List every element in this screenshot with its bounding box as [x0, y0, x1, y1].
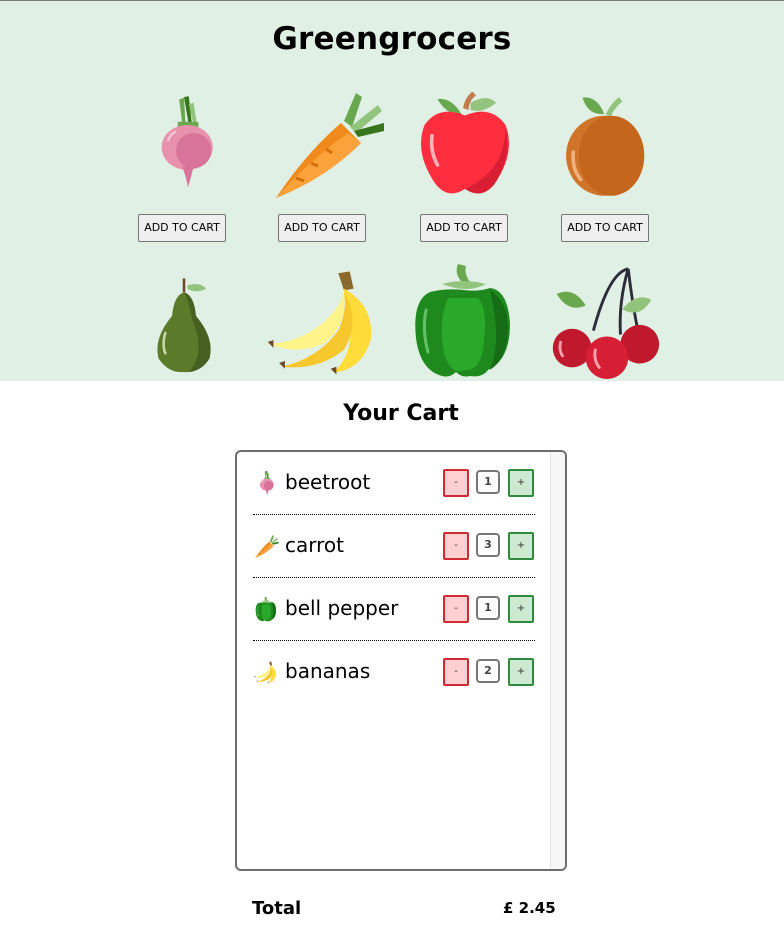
add-to-cart-button-beetroot[interactable]: ADD TO CART	[138, 214, 226, 242]
cart-list[interactable]: beetroot - 1 + carrot - 3 + bell pepper …	[235, 450, 567, 871]
cart-item-beetroot: beetroot - 1 +	[253, 452, 535, 515]
decrease-quantity-button[interactable]: -	[443, 658, 469, 686]
beetroot-icon	[253, 470, 279, 496]
cart-item-name: beetroot	[285, 470, 371, 494]
cart-item-name: carrot	[285, 533, 344, 557]
quantity-count: 2	[476, 659, 500, 683]
product-beetroot: ADD TO CART	[124, 83, 244, 243]
beetroot-icon	[160, 94, 215, 189]
quantity-count: 1	[476, 470, 500, 494]
product-avocado	[124, 259, 244, 381]
increase-quantity-button[interactable]: +	[508, 658, 534, 686]
product-carrot: ADD TO CART	[264, 83, 386, 243]
apple-icon	[419, 89, 511, 196]
store-section: Greengrocers ADD TO CART ADD TO CART ADD…	[0, 1, 784, 381]
cart-item-bananas: bananas - 2 +	[253, 641, 535, 704]
avocado-icon	[155, 276, 213, 374]
add-to-cart-button-apricot[interactable]: ADD TO CART	[561, 214, 649, 242]
cart-item-name: bananas	[285, 659, 371, 683]
cart-scrollbar[interactable]	[550, 452, 565, 869]
bell-pepper-icon	[413, 262, 512, 379]
product-apricot: ADD TO CART	[547, 83, 667, 243]
decrease-quantity-button[interactable]: -	[443, 532, 469, 560]
bananas-icon	[267, 271, 372, 375]
apricot-icon	[547, 83, 667, 203]
increase-quantity-button[interactable]: +	[508, 469, 534, 497]
add-to-cart-button-carrot[interactable]: ADD TO CART	[278, 214, 366, 242]
cherry-icon	[551, 267, 661, 381]
bell-pepper-icon	[253, 596, 279, 622]
cart-item-name: bell pepper	[285, 596, 399, 620]
quantity-count: 1	[476, 596, 500, 620]
quantity-count: 3	[476, 533, 500, 557]
decrease-quantity-button[interactable]: -	[443, 595, 469, 623]
product-bananas	[262, 263, 382, 381]
increase-quantity-button[interactable]: +	[508, 595, 534, 623]
add-to-cart-button-apple[interactable]: ADD TO CART	[420, 214, 508, 242]
product-cherry	[547, 259, 667, 381]
page-title: Greengrocers	[272, 21, 512, 57]
cart-item-carrot: carrot - 3 +	[253, 515, 535, 578]
increase-quantity-button[interactable]: +	[508, 532, 534, 560]
product-apple: ADD TO CART	[406, 83, 526, 243]
cart-item-bell-pepper: bell pepper - 1 +	[253, 578, 535, 641]
product-bell-pepper	[408, 259, 528, 381]
decrease-quantity-button[interactable]: -	[443, 469, 469, 497]
carrot-icon	[274, 91, 386, 200]
total-value: £ 2.45	[503, 899, 556, 917]
cart-title: Your Cart	[343, 401, 459, 426]
total-label: Total	[252, 898, 302, 919]
carrot-icon	[253, 533, 279, 559]
bananas-icon	[253, 659, 279, 685]
